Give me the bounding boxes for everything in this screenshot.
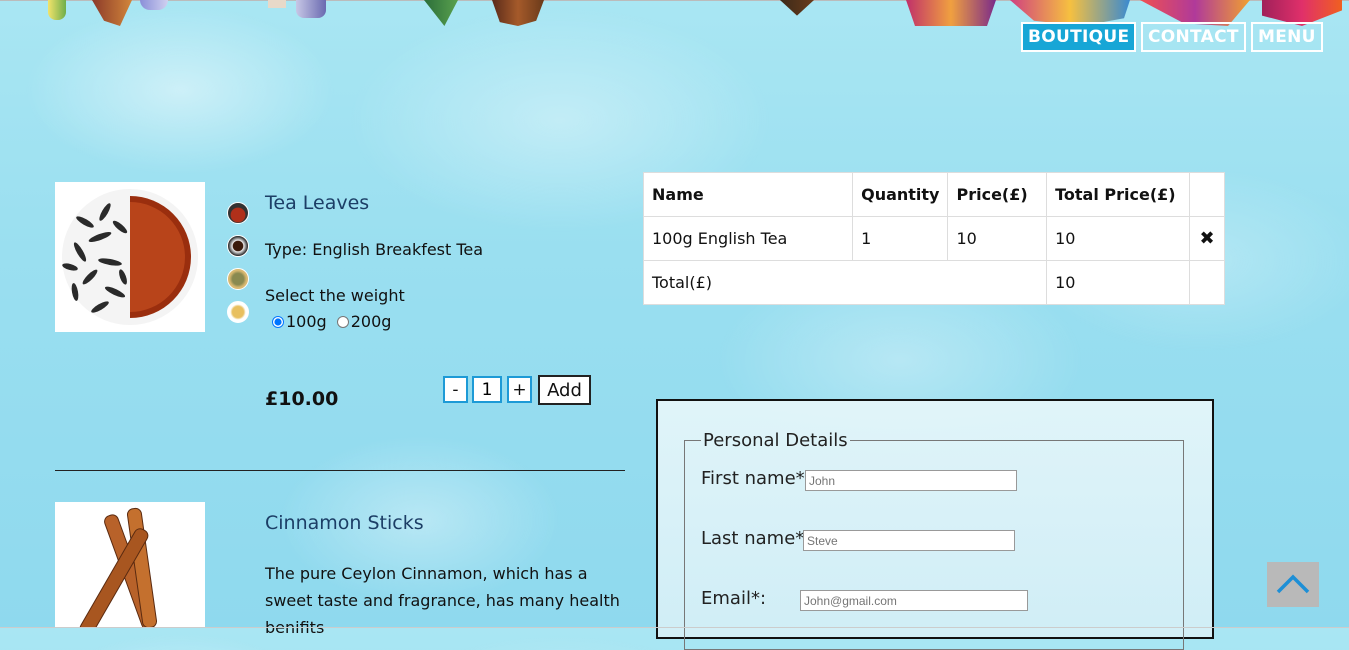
swatch-english-breakfast[interactable]: [227, 202, 249, 224]
weight-options: 100g 200g: [270, 312, 391, 331]
weight-radio-200g[interactable]: [336, 315, 349, 328]
last-name-field[interactable]: [803, 530, 1015, 551]
quantity-increase-button[interactable]: +: [507, 376, 532, 403]
last-name-label: Last name*: [701, 528, 805, 549]
close-icon[interactable]: ✖: [1189, 216, 1225, 261]
back-to-top-button[interactable]: [1267, 562, 1319, 607]
email-label: Email*:: [701, 588, 767, 609]
product-divider: [55, 470, 625, 471]
cart-item-quantity: 1: [852, 216, 949, 261]
cart-total-empty: [1189, 260, 1225, 305]
product-title-tea-leaves: Tea Leaves: [265, 192, 370, 214]
weight-radio-100g[interactable]: [272, 315, 284, 328]
cart-header-row: Name Quantity Price(£) Total Price(£): [642, 172, 1225, 217]
cinnamon-description: The pure Ceylon Cinnamon, which has a sw…: [265, 564, 620, 637]
swatch-herbal-tea[interactable]: [227, 301, 249, 323]
swatch-black-tea[interactable]: [227, 235, 249, 257]
first-name-field[interactable]: [805, 470, 1017, 491]
weight-prompt: Select the weight: [265, 286, 405, 305]
cart-total-row: Total(£) 10: [642, 260, 1225, 305]
cart-header-quantity: Quantity: [852, 172, 949, 217]
nav-boutique-button[interactable]: BOUTIQUE: [1021, 22, 1137, 52]
tea-leaves-image: [55, 182, 205, 332]
product-price: £10.00: [265, 388, 339, 410]
cart-header-action: [1189, 172, 1225, 217]
weight-label-200g: 200g: [350, 312, 392, 331]
quantity-input[interactable]: [472, 376, 502, 403]
cart-item-price: 10: [947, 216, 1048, 261]
cart-header-total-price: Total Price(£): [1046, 172, 1191, 217]
quantity-decrease-button[interactable]: -: [443, 376, 468, 403]
weight-label-100g: 100g: [286, 312, 327, 331]
cart-total-label: Total(£): [642, 260, 1048, 305]
cart-item-name: 100g English Tea: [642, 216, 854, 261]
personal-details-legend: Personal Details: [703, 430, 848, 451]
nav-contact-button[interactable]: CONTACT: [1141, 22, 1246, 52]
cart-header-name: Name: [642, 172, 854, 217]
cart-item-total: 10: [1046, 216, 1191, 261]
cinnamon-sticks-image: [55, 502, 205, 628]
nav-menu-button[interactable]: MENU: [1251, 22, 1323, 52]
product-title-cinnamon: Cinnamon Sticks: [265, 512, 424, 534]
chevron-up-icon: [1276, 574, 1310, 594]
add-to-cart-button[interactable]: Add: [538, 375, 591, 405]
cart-header-price: Price(£): [947, 172, 1048, 217]
first-name-label: First name*: [701, 468, 805, 489]
swatch-green-tea[interactable]: [227, 268, 249, 290]
table-row: 100g English Tea 1 10 10 ✖: [642, 216, 1225, 261]
cart-table: Name Quantity Price(£) Total Price(£) 10…: [642, 172, 1225, 305]
product-type: Type: English Breakfest Tea: [265, 240, 484, 259]
email-field[interactable]: [800, 590, 1028, 611]
cart-total-value: 10: [1046, 260, 1191, 305]
